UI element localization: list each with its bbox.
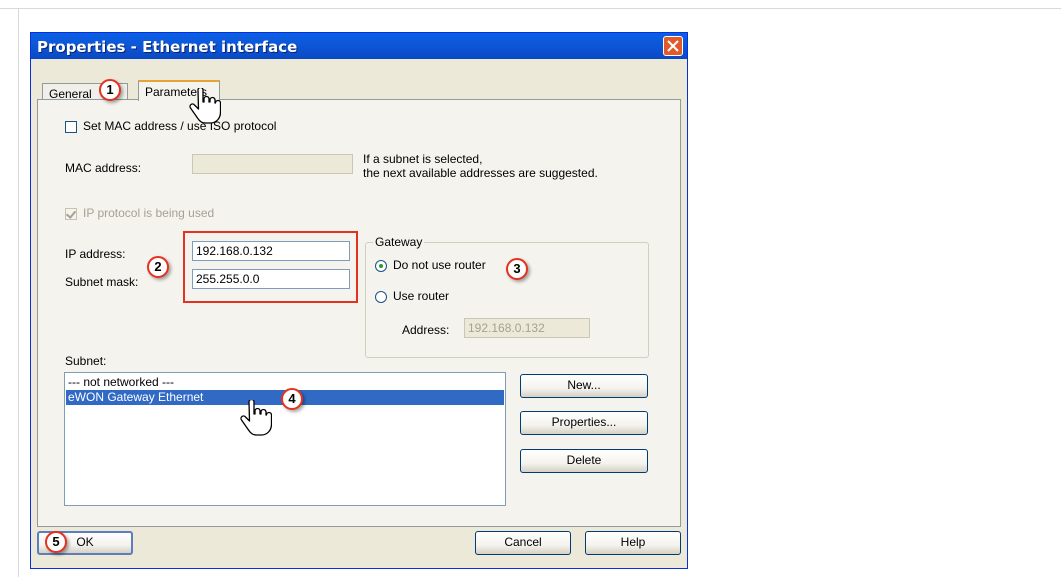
close-button[interactable] (663, 36, 683, 56)
radio-use-router[interactable] (375, 291, 387, 303)
page-divider-left (18, 8, 19, 577)
help-button[interactable]: Help (585, 531, 681, 555)
callout-2: 2 (147, 256, 169, 278)
list-item-label: --- not networked --- (68, 375, 175, 389)
close-icon (667, 40, 679, 52)
callout-1: 1 (99, 79, 121, 101)
router-address-label: Address: (402, 323, 450, 337)
set-mac-checkbox[interactable] (65, 121, 77, 133)
subnet-properties-button[interactable]: Properties... (520, 411, 648, 435)
subnet-mask-label: Subnet mask: (65, 275, 139, 289)
properties-dialog: Properties - Ethernet interface General … (30, 32, 688, 569)
mac-hint-line2: the next available addresses are suggest… (363, 166, 598, 180)
cancel-button[interactable]: Cancel (475, 531, 571, 555)
ip-address-label: IP address: (65, 247, 126, 261)
router-address-field[interactable]: 192.168.0.132 (464, 318, 590, 338)
ip-protocol-label: IP protocol is being used (83, 206, 215, 220)
callout-4: 4 (281, 388, 303, 410)
gateway-title: Gateway (373, 235, 425, 249)
list-item-label: eWON Gateway Ethernet (68, 390, 204, 404)
callout-5: 5 (45, 531, 67, 553)
subnet-label: Subnet: (65, 354, 107, 368)
hand-pointer-icon (240, 400, 272, 436)
ip-settings-highlight (183, 231, 358, 303)
ip-protocol-checkbox[interactable] (65, 208, 77, 220)
dialog-title: Properties - Ethernet interface (37, 38, 298, 56)
mac-address-label: MAC address: (65, 161, 142, 175)
parameters-tab-page: Set MAC address / use ISO protocol MAC a… (37, 99, 681, 527)
do-not-use-router-label: Do not use router (393, 258, 486, 272)
new-subnet-button[interactable]: New... (520, 374, 648, 398)
page-divider-top (0, 8, 1061, 9)
hand-pointer-icon (189, 88, 221, 124)
set-mac-label: Set MAC address / use ISO protocol (83, 119, 277, 133)
delete-subnet-button[interactable]: Delete (520, 449, 648, 473)
callout-3: 3 (506, 258, 528, 280)
use-router-label: Use router (393, 289, 450, 303)
mac-hint-line1: If a subnet is selected, (363, 152, 483, 166)
radio-do-not-use-router[interactable] (375, 260, 387, 272)
title-bar[interactable]: Properties - Ethernet interface (31, 33, 687, 59)
mac-address-field[interactable] (192, 154, 353, 174)
list-item[interactable]: --- not networked --- (66, 375, 504, 390)
